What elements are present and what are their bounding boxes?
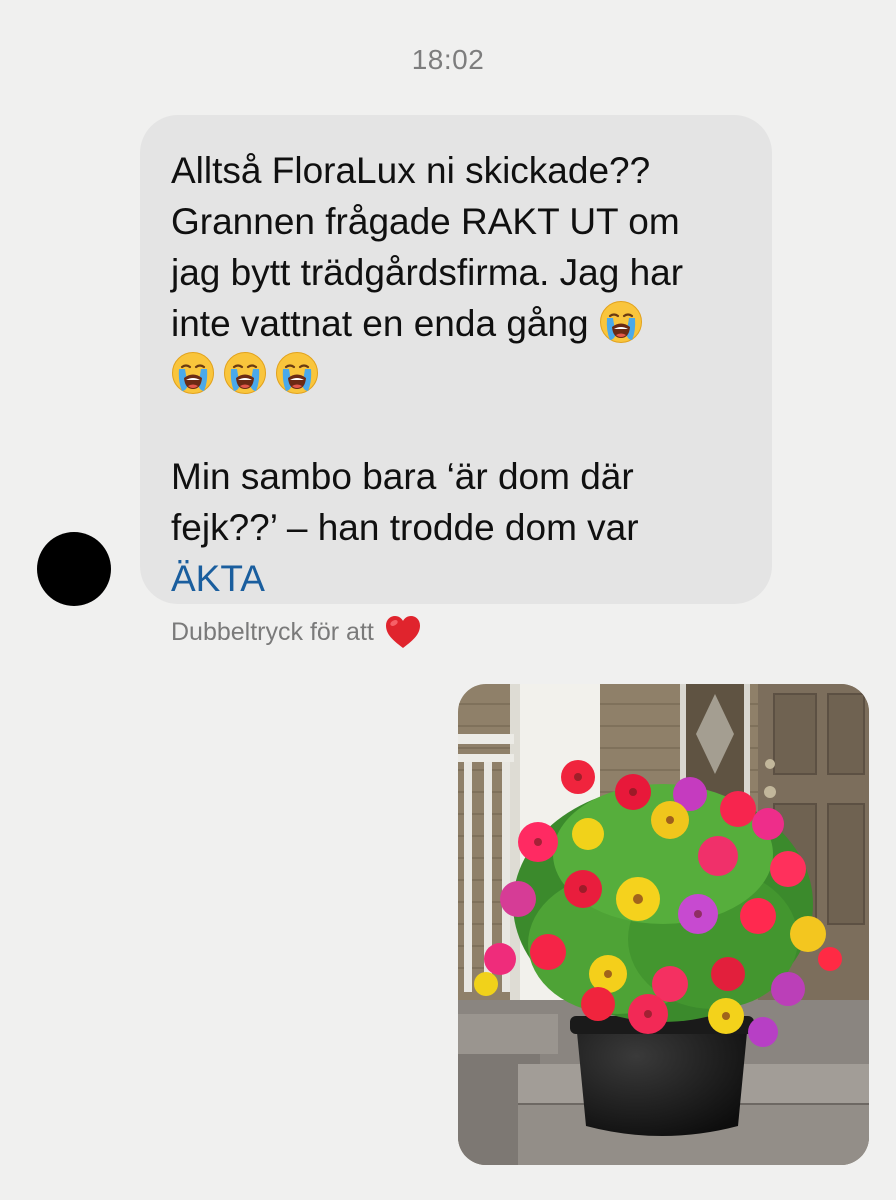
message-line-5: Min sambo bara ‘är dom där [171,456,634,497]
message-bubble[interactable]: Alltså FloraLux ni skickade?? Grannen fr… [140,115,772,604]
crying-face-icon [275,351,319,395]
reaction-hint-text: Dubbeltryck för att [171,617,374,646]
crying-face-icon [171,351,215,395]
message-line-6: fejk??’ – han trodde dom var [171,507,639,548]
red-heart-icon[interactable] [384,614,422,650]
crying-face-icon [599,300,643,344]
crying-face-icon [223,351,267,395]
sender-avatar[interactable] [37,532,111,606]
message-line-4: inte vattnat en enda gång [171,303,589,344]
message-link[interactable]: ÄKTA [171,558,265,599]
message-line-3: jag bytt trädgårdsfirma. Jag har [171,252,684,293]
message-line-2: Grannen frågade RAKT UT om [171,201,680,242]
message-timestamp: 18:02 [411,44,485,75]
attached-photo[interactable] [458,684,869,1165]
message-line-1: Alltså FloraLux ni skickade?? [171,150,651,191]
reaction-hint: Dubbeltryck för att [171,614,422,650]
